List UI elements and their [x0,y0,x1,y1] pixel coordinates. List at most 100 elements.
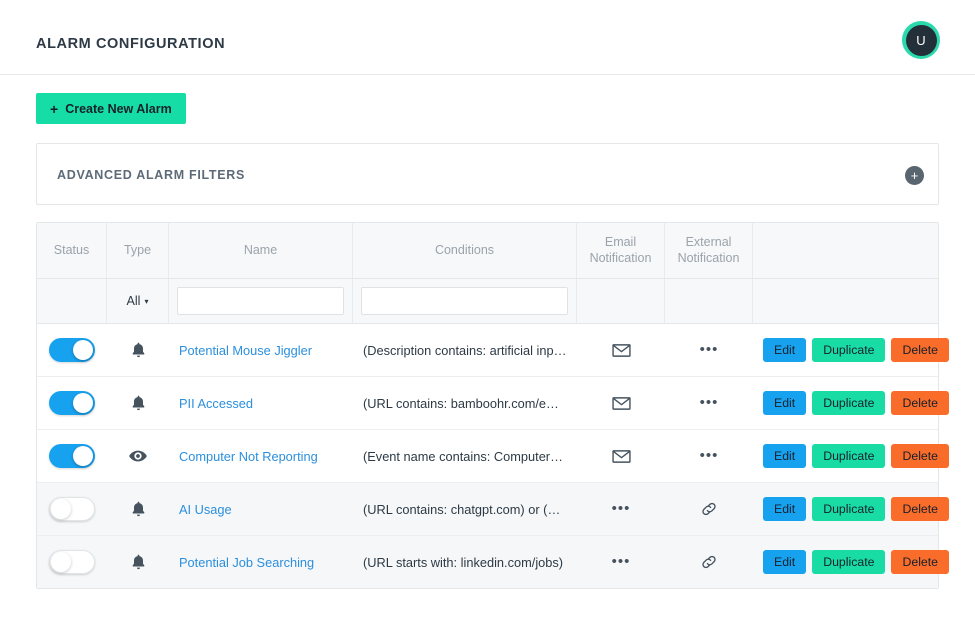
ellipsis-icon[interactable]: ••• [700,395,719,410]
filter-cell-external-notification [665,279,753,323]
duplicate-button[interactable]: Duplicate [812,391,886,415]
alarm-enabled-toggle[interactable] [49,497,95,521]
create-new-alarm-button[interactable]: + Create New Alarm [36,93,186,124]
table-row: Potential Job Searching (URL starts with… [37,536,950,588]
column-header-actions [753,223,938,278]
duplicate-button[interactable]: Duplicate [812,497,886,521]
link-icon[interactable] [700,500,718,518]
alarm-enabled-toggle[interactable] [49,391,95,415]
filter-type-dropdown[interactable]: All ▾ [107,279,169,323]
alarm-name-link[interactable]: AI Usage [179,502,232,517]
edit-button[interactable]: Edit [763,338,807,362]
filter-cell-email-notification [577,279,665,323]
eye-icon [129,449,147,463]
row-external-notification-cell [665,536,753,588]
delete-button[interactable]: Delete [891,338,950,362]
alarm-conditions-text: (URL contains: bamboohr.com/emplo… [363,395,567,411]
toggle-knob [51,499,71,519]
envelope-icon[interactable] [611,449,631,464]
row-conditions-cell: (URL starts with: linkedin.com/jobs) [353,536,577,588]
alarm-enabled-toggle[interactable] [49,550,95,574]
envelope-icon[interactable] [611,343,631,358]
row-conditions-cell: (Event name contains: ComputersNot… [353,430,577,482]
edit-button[interactable]: Edit [763,497,807,521]
delete-button[interactable]: Delete [891,444,950,468]
filter-cell-conditions [353,279,577,323]
row-external-notification-cell: ••• [665,430,753,482]
row-email-notification-cell: ••• [577,536,665,588]
duplicate-button[interactable]: Duplicate [812,338,886,362]
row-status-cell [37,483,107,535]
advanced-alarm-filters-panel[interactable]: ADVANCED ALARM FILTERS + [36,143,939,205]
alarm-name-link[interactable]: PII Accessed [179,396,253,411]
edit-button[interactable]: Edit [763,444,807,468]
delete-button[interactable]: Delete [891,391,950,415]
row-conditions-cell: (Description contains: artificial input) [353,324,577,376]
row-status-cell [37,536,107,588]
row-name-cell: Potential Mouse Jiggler [169,324,353,376]
row-name-cell: PII Accessed [169,377,353,429]
alarm-conditions-text: (URL contains: chatgpt.com) or (URL… [363,501,567,517]
row-email-notification-cell [577,377,665,429]
alarm-conditions-text: (URL starts with: linkedin.com/jobs) [363,554,564,570]
delete-button[interactable]: Delete [891,497,950,521]
duplicate-button[interactable]: Duplicate [812,444,886,468]
row-name-cell: AI Usage [169,483,353,535]
alarm-conditions-text: (Event name contains: ComputersNot… [363,448,567,464]
plus-icon: + [50,100,59,117]
row-status-cell [37,430,107,482]
filter-cell-status [37,279,107,323]
row-type-cell [107,536,169,588]
row-actions-cell: Edit Duplicate Delete [753,377,950,429]
filter-name-input[interactable] [177,287,344,315]
column-header-name: Name [169,223,353,278]
column-header-status: Status [37,223,107,278]
row-status-cell [37,324,107,376]
alarm-name-link[interactable]: Computer Not Reporting [179,449,318,464]
row-actions-cell: Edit Duplicate Delete [753,324,950,376]
row-status-cell [37,377,107,429]
alarm-conditions-text: (Description contains: artificial input) [363,342,567,358]
table-body: Potential Mouse Jiggler (Description con… [37,324,950,588]
bell-icon [131,395,146,412]
avatar[interactable]: U [902,21,940,59]
row-external-notification-cell: ••• [665,324,753,376]
row-actions-cell: Edit Duplicate Delete [753,483,950,535]
bell-icon [131,501,146,518]
toggle-knob [73,340,93,360]
table-row: Computer Not Reporting (Event name conta… [37,430,950,483]
alarm-name-link[interactable]: Potential Mouse Jiggler [179,343,312,358]
ellipsis-icon[interactable]: ••• [612,554,631,569]
toggle-knob [73,446,93,466]
edit-button[interactable]: Edit [763,550,807,574]
bell-icon [131,342,146,359]
row-email-notification-cell [577,430,665,482]
chevron-down-icon: ▾ [144,296,149,306]
table-header-row: Status Type Name Conditions Email Notifi… [37,223,938,279]
filter-cell-actions [753,279,938,323]
ellipsis-icon[interactable]: ••• [700,448,719,463]
ellipsis-icon[interactable]: ••• [612,501,631,516]
duplicate-button[interactable]: Duplicate [812,550,886,574]
alarms-table: Status Type Name Conditions Email Notifi… [36,222,950,589]
table-row: Potential Mouse Jiggler (Description con… [37,324,950,377]
row-type-cell [107,483,169,535]
toggle-knob [51,552,71,572]
filter-cell-name [169,279,353,323]
alarm-enabled-toggle[interactable] [49,444,95,468]
row-type-cell [107,430,169,482]
delete-button[interactable]: Delete [891,550,950,574]
filter-conditions-input[interactable] [361,287,568,315]
ellipsis-icon[interactable]: ••• [700,342,719,357]
alarm-enabled-toggle[interactable] [49,338,95,362]
filter-type-value: All [126,294,141,308]
table-row: PII Accessed (URL contains: bamboohr.com… [37,377,950,430]
bell-icon [131,554,146,571]
column-header-email-notification: Email Notification [577,223,665,278]
alarm-name-link[interactable]: Potential Job Searching [179,555,314,570]
link-icon[interactable] [700,553,718,571]
edit-button[interactable]: Edit [763,391,807,415]
expand-filters-plus-icon[interactable]: + [905,166,924,185]
row-email-notification-cell [577,324,665,376]
envelope-icon[interactable] [611,396,631,411]
